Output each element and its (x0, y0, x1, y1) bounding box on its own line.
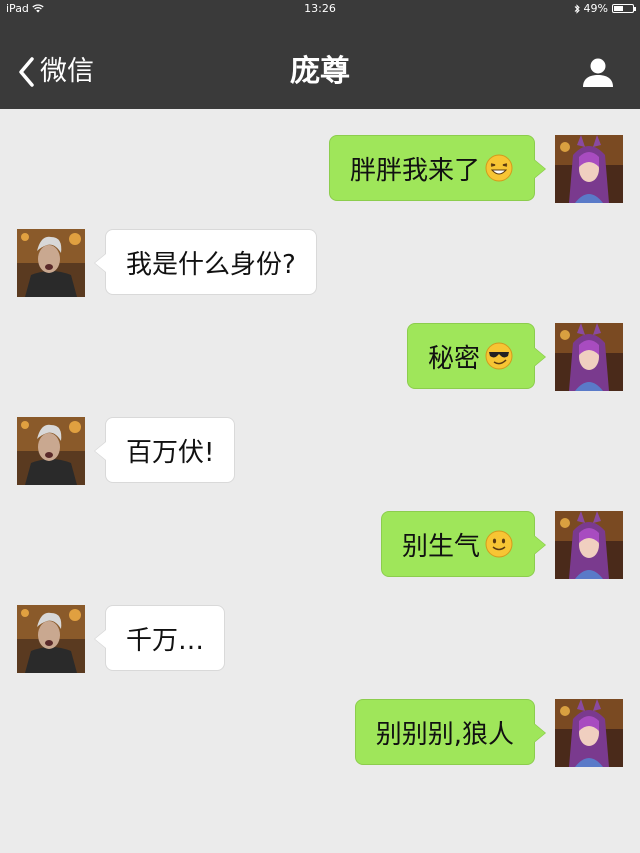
battery-fill (614, 6, 623, 11)
outgoing-message-bubble[interactable]: 秘密 (406, 323, 547, 389)
person-icon[interactable] (582, 56, 614, 88)
message-row: 千万… (0, 605, 640, 675)
message-text: 别生气 (401, 531, 480, 562)
incoming-message-bubble[interactable]: 我是什么身份? (94, 229, 317, 295)
my-avatar[interactable] (555, 699, 623, 767)
message-row: 我是什么身份? (0, 229, 640, 299)
message-text: 千万… (126, 625, 205, 656)
smiling-face-icon (485, 530, 513, 558)
message-text: 胖胖我来了 (349, 155, 480, 186)
bluetooth-icon (574, 3, 580, 14)
outgoing-message-bubble[interactable]: 胖胖我来了 (328, 135, 547, 201)
nav-bar: 微信 庞尊 (0, 18, 640, 109)
contact-avatar[interactable] (17, 417, 85, 485)
my-avatar[interactable] (555, 135, 623, 203)
message-row: 胖胖我来了 (0, 135, 640, 205)
contact-avatar[interactable] (17, 605, 85, 673)
my-avatar[interactable] (555, 511, 623, 579)
message-list[interactable]: 胖胖我来了我是什么身份? 秘密百万伏! 别生气千万… 别别别,狼人 (0, 109, 640, 853)
incoming-message-bubble[interactable]: 百万伏! (93, 417, 236, 483)
incoming-message-bubble[interactable]: 千万… (93, 605, 226, 671)
contact-avatar[interactable] (17, 229, 85, 297)
grinning-squint-face-icon (485, 154, 513, 182)
message-text: 秘密 (427, 343, 480, 374)
battery-percent: 49% (583, 2, 608, 15)
sunglasses-face-icon (485, 342, 513, 370)
message-row: 百万伏! (0, 417, 640, 487)
message-text: 别别别,狼人 (375, 719, 514, 750)
message-text: 我是什么身份? (126, 249, 296, 280)
message-row: 秘密 (0, 323, 640, 393)
status-right: 49% (574, 2, 636, 15)
outgoing-message-bubble[interactable]: 别别别,狼人 (354, 699, 547, 765)
message-text: 百万伏! (126, 437, 215, 468)
message-row: 别别别,狼人 (0, 699, 640, 769)
status-bar: iPad 13:26 49% (0, 0, 640, 18)
battery-icon (612, 4, 636, 13)
outgoing-message-bubble[interactable]: 别生气 (380, 511, 547, 577)
chat-title: 庞尊 (290, 54, 350, 89)
message-row: 别生气 (0, 511, 640, 581)
my-avatar[interactable] (555, 323, 623, 391)
clock: 13:26 (304, 2, 336, 15)
